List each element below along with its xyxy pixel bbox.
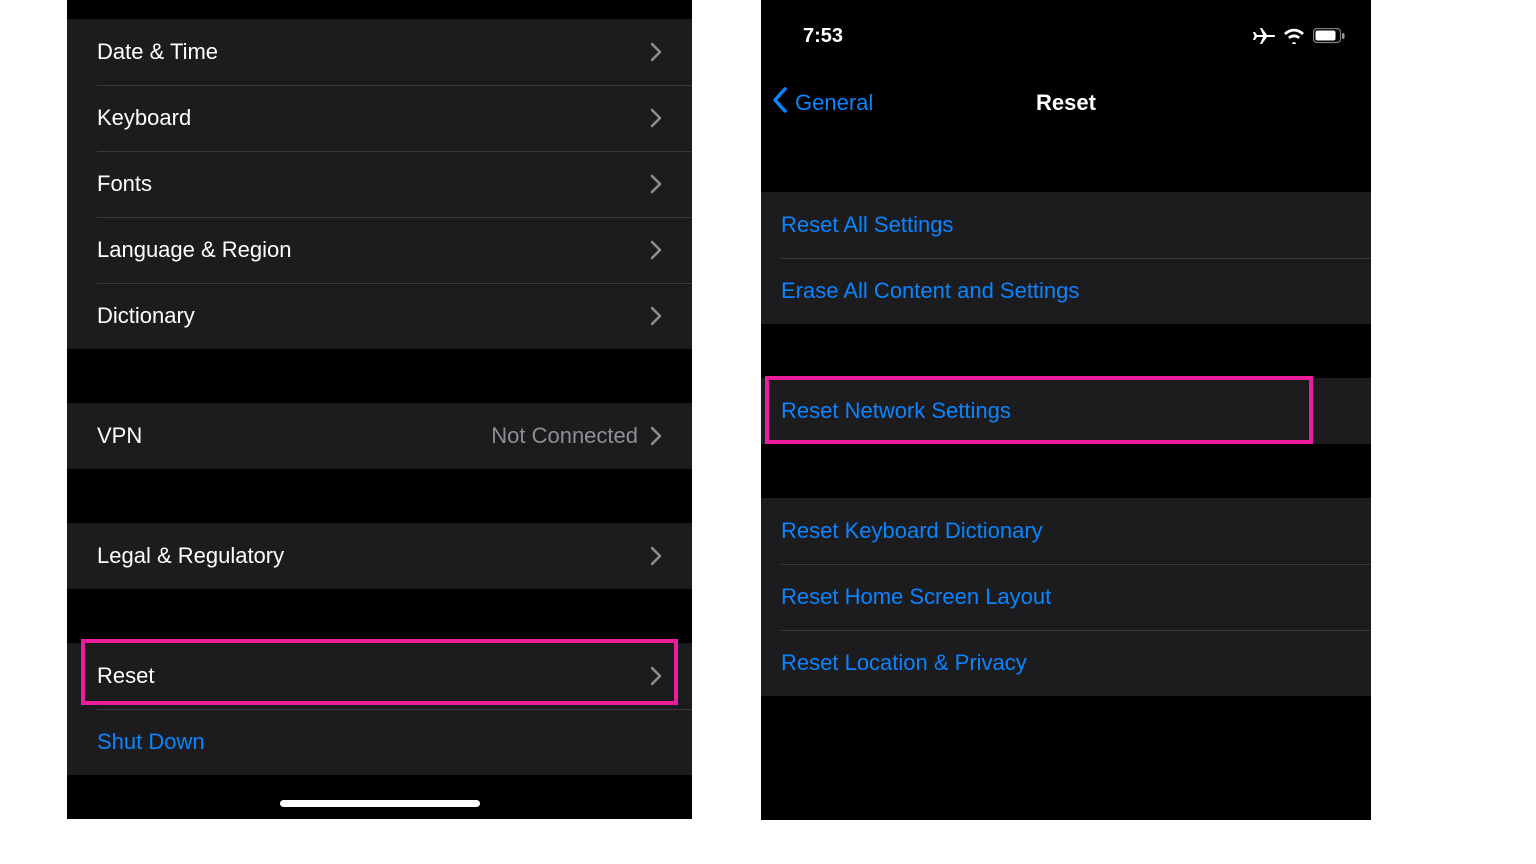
airplane-mode-icon xyxy=(1253,26,1275,46)
row-fonts[interactable]: Fonts xyxy=(67,151,692,217)
stage: Date & Time Keyboard Fonts Language & Re… xyxy=(0,0,1536,864)
row-label: Shut Down xyxy=(97,729,662,755)
row-dictionary[interactable]: Dictionary xyxy=(67,283,692,349)
row-value: Not Connected xyxy=(491,423,638,449)
row-label: Reset Network Settings xyxy=(781,398,1011,424)
chevron-right-icon xyxy=(650,174,662,194)
reset-group-3: Reset Keyboard Dictionary Reset Home Scr… xyxy=(761,498,1371,696)
row-keyboard[interactable]: Keyboard xyxy=(67,85,692,151)
chevron-right-icon xyxy=(650,108,662,128)
phone-reset-settings: 7:53 General Reset xyxy=(761,0,1371,820)
chevron-right-icon xyxy=(650,546,662,566)
row-label: Reset Keyboard Dictionary xyxy=(781,518,1043,544)
battery-icon xyxy=(1313,28,1345,44)
chevron-right-icon xyxy=(650,240,662,260)
row-legal-regulatory[interactable]: Legal & Regulatory xyxy=(67,523,692,589)
chevron-right-icon xyxy=(650,42,662,62)
chevron-right-icon xyxy=(650,426,662,446)
home-indicator[interactable] xyxy=(280,800,480,807)
phone-general-settings: Date & Time Keyboard Fonts Language & Re… xyxy=(67,0,692,819)
status-bar: 7:53 xyxy=(761,0,1371,72)
row-label: Language & Region xyxy=(97,237,650,263)
row-label: Erase All Content and Settings xyxy=(781,278,1079,304)
reset-group-network: Reset Network Settings xyxy=(761,378,1371,444)
row-label: Dictionary xyxy=(97,303,650,329)
row-reset-location-privacy[interactable]: Reset Location & Privacy xyxy=(761,630,1371,696)
row-reset[interactable]: Reset xyxy=(67,643,692,709)
row-reset-network-settings[interactable]: Reset Network Settings xyxy=(761,378,1371,444)
row-label: Reset All Settings xyxy=(781,212,953,238)
nav-bar: General Reset xyxy=(761,72,1371,134)
row-vpn[interactable]: VPN Not Connected xyxy=(67,403,692,469)
row-shut-down[interactable]: Shut Down xyxy=(67,709,692,775)
row-reset-all-settings[interactable]: Reset All Settings xyxy=(761,192,1371,258)
status-time: 7:53 xyxy=(803,25,843,48)
chevron-right-icon xyxy=(650,306,662,326)
row-label: Reset Home Screen Layout xyxy=(781,584,1051,610)
general-group-legal: Legal & Regulatory xyxy=(67,523,692,589)
chevron-right-icon xyxy=(650,666,662,686)
wifi-icon xyxy=(1283,28,1305,44)
general-group-vpn: VPN Not Connected xyxy=(67,403,692,469)
row-label: Reset Location & Privacy xyxy=(781,650,1027,676)
nav-title: Reset xyxy=(761,90,1371,116)
row-label: Legal & Regulatory xyxy=(97,543,650,569)
row-label: Date & Time xyxy=(97,39,650,65)
row-language-region[interactable]: Language & Region xyxy=(67,217,692,283)
general-group-reset: Reset Shut Down xyxy=(67,643,692,775)
row-reset-keyboard-dictionary[interactable]: Reset Keyboard Dictionary xyxy=(761,498,1371,564)
row-reset-home-screen-layout[interactable]: Reset Home Screen Layout xyxy=(761,564,1371,630)
reset-group-1: Reset All Settings Erase All Content and… xyxy=(761,192,1371,324)
general-group-1: Date & Time Keyboard Fonts Language & Re… xyxy=(67,19,692,349)
row-label: Keyboard xyxy=(97,105,650,131)
row-label: VPN xyxy=(97,423,491,449)
row-date-time[interactable]: Date & Time xyxy=(67,19,692,85)
row-label: Fonts xyxy=(97,171,650,197)
row-label: Reset xyxy=(97,663,650,689)
status-icons xyxy=(1253,26,1345,46)
row-erase-all-content[interactable]: Erase All Content and Settings xyxy=(761,258,1371,324)
